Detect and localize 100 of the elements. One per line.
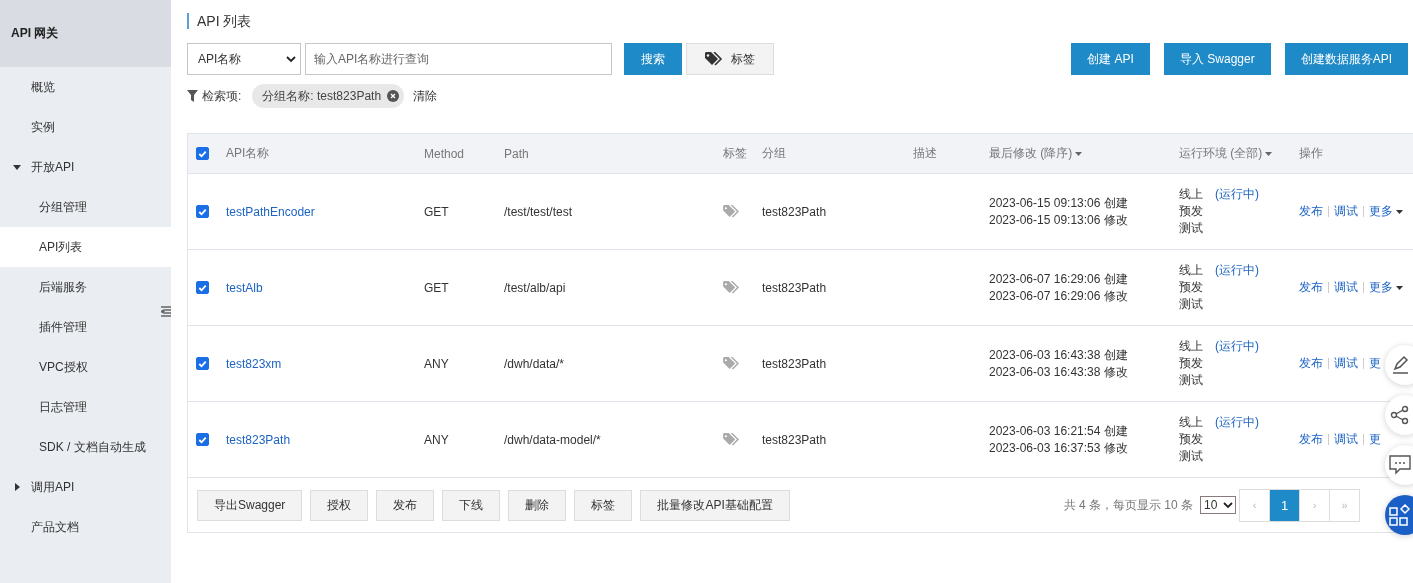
column-header: API名称 <box>226 145 270 162</box>
column-header: 分组 <box>762 145 786 162</box>
sidebar-item[interactable]: 分组管理 <box>0 187 171 227</box>
row-checkbox[interactable] <box>196 281 209 294</box>
modified-time: 2023-06-15 09:13:06 修改 <box>989 211 1128 229</box>
operation-link[interactable]: 发布 <box>1299 279 1323 296</box>
row-checkbox[interactable] <box>196 357 209 370</box>
environment-text: 测试 <box>1179 372 1203 389</box>
path-text: /dwh/data/* <box>504 356 565 371</box>
operation-link[interactable]: 更多 <box>1369 203 1403 220</box>
sidebar-title: API 网关 <box>11 25 59 42</box>
filter-chip[interactable]: 分组名称: test823Path <box>252 84 405 108</box>
column-header: 标签 <box>723 145 747 162</box>
tag-icon <box>705 52 723 66</box>
group-text: test823Path <box>762 204 827 219</box>
search-button[interactable]: 搜索 <box>624 43 682 75</box>
bulk-action-button[interactable]: 标签 <box>574 489 633 521</box>
operation-link[interactable]: 调试 <box>1334 431 1358 448</box>
operation-link[interactable]: 调试 <box>1334 279 1358 296</box>
page-button[interactable]: 1 <box>1269 489 1299 521</box>
method-text: ANY <box>424 356 449 371</box>
modified-time: 2023-06-03 16:37:53 修改 <box>989 439 1128 457</box>
caret-down-icon <box>1265 151 1273 156</box>
edit-icon[interactable] <box>1385 345 1413 385</box>
collapse-icon[interactable] <box>161 306 171 318</box>
status-text: (运行中) <box>1215 186 1259 203</box>
row-checkbox[interactable] <box>196 433 209 446</box>
method-text: ANY <box>424 432 449 447</box>
remove-icon[interactable] <box>387 90 400 102</box>
api-name-link[interactable]: test823Path <box>226 432 291 447</box>
api-name-link[interactable]: testAlb <box>226 280 263 295</box>
sidebar-item[interactable]: 插件管理 <box>0 307 171 347</box>
status-text: (运行中) <box>1215 338 1259 355</box>
action-button[interactable]: 创建 API <box>1071 43 1150 75</box>
search-field[interactable]: 输入API名称进行查询 <box>305 43 612 75</box>
share-icon[interactable] <box>1385 395 1413 435</box>
sidebar-item[interactable]: 后端服务 <box>0 267 171 307</box>
operation-link[interactable]: 发布 <box>1299 431 1323 448</box>
pagination-summary: 共 4 条，每页显示 10 条 <box>1063 496 1193 514</box>
environment-text: 测试 <box>1179 296 1203 313</box>
chevron-down-icon <box>286 55 296 63</box>
column-header: 操作 <box>1299 145 1323 162</box>
row-checkbox[interactable] <box>196 205 209 218</box>
environment-text: 预发 <box>1179 355 1203 372</box>
created-time: 2023-06-03 16:21:54 创建 <box>989 422 1128 440</box>
field-select[interactable]: API名称 <box>187 43 301 75</box>
operation-link[interactable]: 发布 <box>1299 203 1323 220</box>
column-header[interactable]: 运行环境 (全部) <box>1179 145 1273 162</box>
environment-text: 测试 <box>1179 220 1203 237</box>
status-text: (运行中) <box>1215 414 1259 431</box>
status-text: (运行中) <box>1215 262 1259 279</box>
method-text: GET <box>424 204 449 219</box>
sidebar-item[interactable]: SDK / 文档自动生成 <box>0 427 171 467</box>
bulk-action-button[interactable]: 发布 <box>376 489 435 521</box>
operation-link[interactable]: 调试 <box>1334 203 1358 220</box>
created-time: 2023-06-03 16:43:38 创建 <box>989 346 1128 364</box>
method-text: GET <box>424 280 449 295</box>
action-button[interactable]: 导入 Swagger <box>1163 43 1271 75</box>
column-header: 描述 <box>913 145 937 162</box>
sidebar-item[interactable]: 概览 <box>0 67 171 107</box>
sidebar-item[interactable]: 实例 <box>0 107 171 147</box>
sidebar-item[interactable]: VPC授权 <box>0 347 171 387</box>
sidebar-item[interactable]: API列表 <box>0 227 171 267</box>
api-name-link[interactable]: testPathEncoder <box>226 204 315 219</box>
bulk-action-button[interactable]: 下线 <box>442 489 501 521</box>
bulk-action-button[interactable]: 导出Swagger <box>197 489 303 521</box>
tag-button[interactable]: 标签 <box>686 43 774 75</box>
sidebar-item[interactable]: 开放API <box>0 147 171 187</box>
action-button[interactable]: 创建数据服务API <box>1284 43 1408 75</box>
page-title: API 列表 <box>187 13 1413 29</box>
operation-link[interactable]: 发布 <box>1299 355 1323 372</box>
environment-text: 线上 <box>1179 338 1203 355</box>
environment-text: 预发 <box>1179 203 1203 220</box>
api-name-link[interactable]: test823xm <box>226 356 282 371</box>
sidebar-item[interactable]: 调用API <box>0 467 171 507</box>
sidebar-item[interactable]: 产品文档 <box>0 507 171 547</box>
operation-link[interactable]: 更 <box>1369 431 1381 448</box>
bulk-action-button[interactable]: 授权 <box>310 489 369 521</box>
select-all-checkbox[interactable] <box>196 147 209 160</box>
column-header[interactable]: 最后修改 (降序) <box>989 145 1083 162</box>
environment-text: 线上 <box>1179 262 1203 279</box>
operation-link[interactable]: 更多 <box>1369 279 1403 296</box>
environment-text: 预发 <box>1179 431 1203 448</box>
bulk-action-button[interactable]: 删除 <box>508 489 567 521</box>
column-header: Path <box>504 146 529 161</box>
operation-link[interactable]: 调试 <box>1334 355 1358 372</box>
chat-icon[interactable] <box>1385 445 1413 485</box>
modified-time: 2023-06-07 16:29:06 修改 <box>989 287 1128 305</box>
clear-link[interactable]: 清除 <box>413 87 438 105</box>
created-time: 2023-06-07 16:29:06 创建 <box>989 270 1128 288</box>
column-header: Method <box>424 146 465 161</box>
apps-icon[interactable] <box>1385 495 1413 535</box>
operation-link[interactable]: 更 <box>1369 355 1381 372</box>
caret-down-icon <box>13 163 21 171</box>
page-size-select[interactable]: 10 <box>1200 496 1236 514</box>
sidebar-item[interactable]: 日志管理 <box>0 387 171 427</box>
path-text: /test/test/test <box>504 204 573 219</box>
group-text: test823Path <box>762 356 827 371</box>
bulk-action-button[interactable]: 批量修改API基础配置 <box>640 489 790 521</box>
path-text: /dwh/data-model/* <box>504 432 601 447</box>
